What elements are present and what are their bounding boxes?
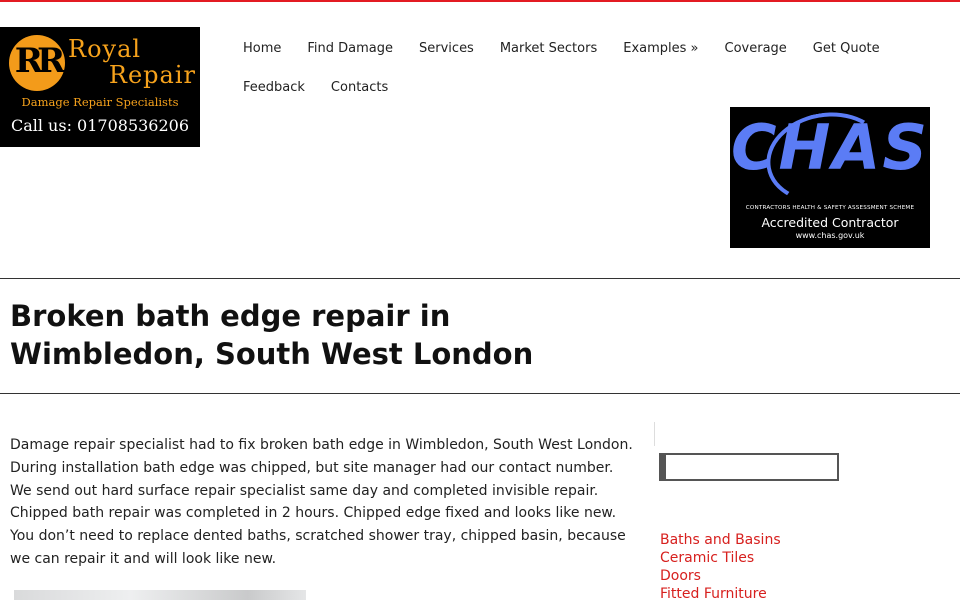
nav-item-home[interactable]: Home bbox=[230, 29, 294, 68]
search-input[interactable] bbox=[659, 453, 839, 481]
nav-item-coverage[interactable]: Coverage bbox=[712, 29, 800, 68]
header-divider bbox=[0, 278, 960, 279]
chas-status-text: Accredited Contractor bbox=[761, 215, 899, 230]
logo-phone: Call us: 01708536206 bbox=[10, 116, 190, 135]
nav-item-feedback[interactable]: Feedback bbox=[230, 68, 318, 107]
logo-brand-line-1: Royal bbox=[68, 35, 142, 63]
category-list: Baths and Basins Ceramic Tiles Doors Fit… bbox=[660, 531, 781, 600]
chas-url-text: www.chas.gov.uk bbox=[795, 231, 865, 240]
site-logo[interactable]: 𝐑R Royal Repair Damage Repair Specialist… bbox=[0, 27, 200, 147]
nav-item-market-sectors[interactable]: Market Sectors bbox=[487, 29, 610, 68]
chas-accreditation-badge: CHAS CONTRACTORS HEALTH & SAFETY ASSESSM… bbox=[730, 107, 930, 248]
logo-tagline: Damage Repair Specialists bbox=[21, 95, 179, 109]
logo-mark-icon: 𝐑R bbox=[9, 35, 65, 91]
category-link-baths-and-basins[interactable]: Baths and Basins bbox=[660, 531, 781, 549]
article-body: Damage repair specialist had to fix brok… bbox=[10, 437, 633, 567]
top-accent-bar bbox=[0, 0, 960, 2]
nav-item-find-damage[interactable]: Find Damage bbox=[294, 29, 406, 68]
page-title: Broken bath edge repair in Wimbledon, So… bbox=[10, 299, 534, 371]
category-link-fitted-furniture[interactable]: Fitted Furniture bbox=[660, 585, 781, 600]
title-divider bbox=[0, 393, 960, 394]
chas-logo-text: CHAS bbox=[730, 111, 930, 184]
nav-item-services[interactable]: Services bbox=[406, 29, 487, 68]
category-link-doors[interactable]: Doors bbox=[660, 567, 781, 585]
nav-item-contacts[interactable]: Contacts bbox=[318, 68, 401, 107]
sidebar-divider bbox=[654, 422, 655, 446]
chas-scheme-text: CONTRACTORS HEALTH & SAFETY ASSESSMENT S… bbox=[745, 205, 915, 211]
logo-brand-line-2: Repair bbox=[108, 61, 196, 89]
nav-item-examples[interactable]: Examples » bbox=[610, 29, 711, 68]
article-photo bbox=[14, 590, 306, 600]
nav-item-get-quote[interactable]: Get Quote bbox=[800, 29, 893, 68]
main-navigation: Home Find Damage Services Market Sectors… bbox=[230, 29, 930, 107]
category-link-ceramic-tiles[interactable]: Ceramic Tiles bbox=[660, 549, 781, 567]
